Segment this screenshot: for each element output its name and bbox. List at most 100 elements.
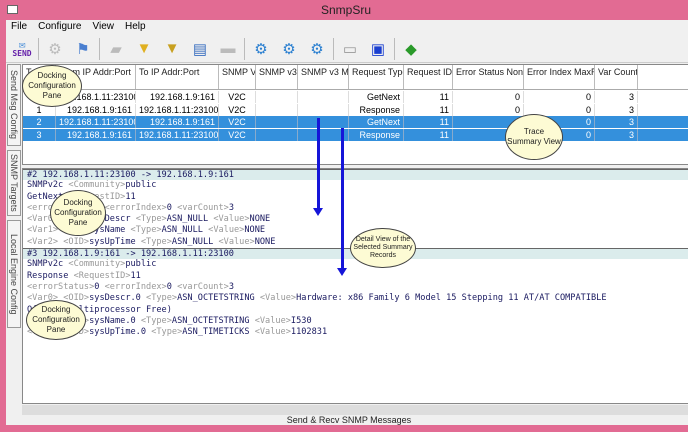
cell-errstatus: 0 <box>453 103 524 116</box>
cell-from: 192.168.1.9:161 <box>56 128 136 141</box>
book-button[interactable]: ◆ <box>399 37 423 61</box>
cell-to: 192.168.1.9:161 <box>136 91 219 103</box>
import-icon: ▼ <box>136 40 152 57</box>
cell-varcount: 3 <box>595 128 638 141</box>
send-icon: ✉ <box>18 37 26 51</box>
cell-ver: V2C <box>219 103 256 116</box>
menu-bar: File Configure View Help <box>6 20 692 34</box>
status-bar: Send & Recv SNMP Messages <box>286 415 412 425</box>
column-header[interactable]: SNMP v3 Msg Flags <box>298 65 349 89</box>
cell-type: GetNext <box>349 91 404 103</box>
cell-flags <box>298 103 349 116</box>
trace-summary-table: TFrom IP Addr:PortTo IP Addr:PortSNMP Ve… <box>22 64 693 165</box>
cell-ver: V2C <box>219 128 256 141</box>
callout-trace-summary: Trace Summary View <box>505 114 563 160</box>
toolbar-separator <box>394 37 395 60</box>
print-icon: ▭ <box>342 40 358 58</box>
detail-line: <Var0> <OID>sysDescr.0 <Type>ASN_OCTETST… <box>27 293 607 304</box>
table-row[interactable]: 1 192.168.1.9:161 192.168.1.11:23100 V2C Res… <box>23 103 691 116</box>
callout-docking-pane-1: Docking Configuration Pane <box>22 65 82 107</box>
detail-line: <errorStatus>0 <errorIndex>0 <varCount>3 <box>27 202 235 213</box>
column-header[interactable]: Request Type <box>349 65 404 89</box>
torn-edge <box>688 0 700 436</box>
column-header[interactable]: Error Index MaxRepet/SpecTra <box>524 65 595 89</box>
column-header[interactable]: SNMP Version <box>219 65 256 89</box>
cell-flags <box>298 91 349 103</box>
column-header[interactable]: To IP Addr:Port <box>136 65 219 89</box>
detail-line: <Var2> <OID>sysUpTime.0 <Type>ASN_TIMETI… <box>27 327 328 338</box>
column-header[interactable]: SNMP v3 Msg ID <box>256 65 298 89</box>
column-header-empty <box>638 65 693 89</box>
cell-from: 192.168.1.9:161 <box>56 103 136 116</box>
open-icon: ▰ <box>110 40 122 58</box>
monitor-button[interactable]: ▣ <box>366 37 390 61</box>
table-header: TFrom IP Addr:PortTo IP Addr:PortSNMP Ve… <box>23 65 693 90</box>
cell-reqid: 11 <box>404 103 453 116</box>
menu-file[interactable]: File <box>11 20 27 34</box>
cell-msgid <box>256 91 298 103</box>
detail-line: SNMPv2c <Community>public <box>27 259 157 270</box>
agent-button[interactable]: ⚙ <box>43 37 67 61</box>
tab-snmp-targets[interactable]: SNMP Targets <box>7 150 21 216</box>
menu-view[interactable]: View <box>92 20 114 34</box>
cell-msgid <box>256 103 298 116</box>
gear-button[interactable]: ⚙ <box>249 37 273 61</box>
cell-varcount: 3 <box>595 91 638 103</box>
gear-stop-button[interactable]: ⚙ <box>277 37 301 61</box>
column-header[interactable]: Error Status NonRep/GenTrapV <box>453 65 524 89</box>
toolbar-separator <box>333 37 334 60</box>
cell-flags <box>298 116 349 128</box>
gear-icon: ⚙ <box>254 40 268 58</box>
detail-line: GetNext <RequestID>11 <box>27 191 136 202</box>
cell-msgid <box>256 116 298 128</box>
cell-varcount: 3 <box>595 103 638 116</box>
horizontal-scrollbar[interactable] <box>22 405 692 415</box>
cell-type: Response <box>349 128 404 141</box>
cell-ver: V2C <box>219 116 256 128</box>
cell-msgid <box>256 128 298 141</box>
tab-send-msg-config[interactable]: Send Msg Config <box>7 64 21 146</box>
table-row[interactable]: 3 192.168.1.9:161 192.168.1.11:23100 V2C Res… <box>23 128 691 141</box>
tab-local-engine-config[interactable]: Local Engine Config <box>7 220 21 328</box>
cell-ver: V2C <box>219 91 256 103</box>
table-row[interactable]: 0192.168.1.11:23100192.168.1.9:161V2CGet… <box>23 91 691 103</box>
toolbar-separator <box>244 37 245 60</box>
gear-home-button[interactable]: ⚙ <box>305 37 329 61</box>
gear-stop-icon: ⚙ <box>282 40 296 58</box>
app-icon <box>7 5 18 14</box>
client-area: File Configure View Help ✉ SEND ⚙ ⚑ ▰ ▼ ▼… <box>6 20 693 425</box>
toolbar-separator <box>38 37 39 60</box>
menu-help[interactable]: Help <box>125 20 146 34</box>
import-text-button[interactable]: ▼ <box>160 37 184 61</box>
book-icon: ◆ <box>405 40 417 58</box>
detail-line: <Var1> <OID>sysName.0 <Type>ASN_OCTETSTR… <box>27 315 312 326</box>
monitor-icon: ▣ <box>370 40 386 58</box>
trap-button[interactable]: ⚑ <box>71 37 95 61</box>
detail-line: Of ... (Multiprocessor Free) <box>27 304 172 315</box>
toolbar: ✉ SEND ⚙ ⚑ ▰ ▼ ▼ ▤ ▬ ⚙ ⚙ ⚙ ▭ ▣ ◆ <box>6 35 692 63</box>
column-header[interactable]: Request ID <box>404 65 453 89</box>
column-header[interactable]: Var Count <box>595 65 638 89</box>
side-tabs: Send Msg Config SNMP Targets Local Engin… <box>6 64 21 404</box>
cell-reqid: 11 <box>404 91 453 103</box>
toolbar-separator <box>99 37 100 60</box>
table-row[interactable]: 2 192.168.1.11:23100 192.168.1.9:161 V2C Get… <box>23 116 691 128</box>
folder-button[interactable]: ▬ <box>216 37 240 61</box>
edit-icon: ▤ <box>192 40 208 58</box>
cell-from: 192.168.1.11:23100 <box>56 116 136 128</box>
send-button[interactable]: ✉ SEND <box>10 37 34 61</box>
detail-line: <Var0> <OID>sysDescr <Type>ASN_NULL <Val… <box>27 214 271 225</box>
menu-configure[interactable]: Configure <box>38 20 81 34</box>
cell-errindex: 0 <box>524 91 595 103</box>
callout-detail-view: Detail View of the Selected Summary Reco… <box>350 228 416 268</box>
edit-button[interactable]: ▤ <box>188 37 212 61</box>
agent-icon: ⚙ <box>48 40 62 58</box>
title-bar: SnmpSru <box>0 0 692 20</box>
cell-type: GetNext <box>349 116 404 128</box>
callout-docking-pane-2: Docking Configuration Pane <box>50 190 106 236</box>
import-text-icon: ▼ <box>164 40 180 57</box>
open-button[interactable]: ▰ <box>104 37 128 61</box>
print-button[interactable]: ▭ <box>338 37 362 61</box>
cell-type: Response <box>349 103 404 116</box>
import-button[interactable]: ▼ <box>132 37 156 61</box>
